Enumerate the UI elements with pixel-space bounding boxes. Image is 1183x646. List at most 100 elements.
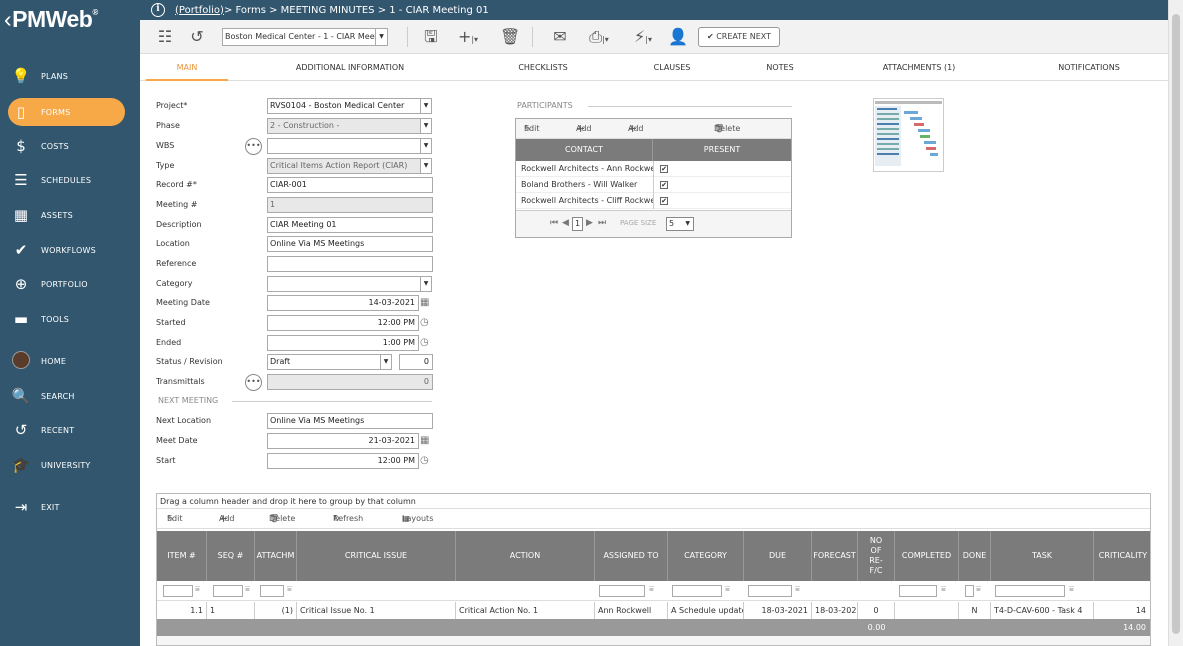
scrollbar-thumb[interactable]: [1172, 14, 1180, 634]
attachment-link[interactable]: (1): [255, 602, 297, 619]
transmittals-lookup-button[interactable]: •••: [245, 374, 262, 391]
column-header-completed[interactable]: COMPLETED: [895, 531, 959, 581]
sidebar-item-plans[interactable]: 💡 PLANS: [0, 62, 140, 90]
filter-icon[interactable]: ⩸: [976, 584, 981, 594]
sidebar-item-university[interactable]: 🎓 UNIVERSITY: [0, 451, 140, 479]
ended-field[interactable]: 1:00 PM: [267, 335, 419, 351]
meeting-date-field[interactable]: 14-03-2021: [267, 295, 419, 311]
location-field[interactable]: Online Via MS Meetings: [267, 236, 433, 252]
print-icon[interactable]: ⎙|▾: [584, 27, 614, 47]
column-header-present[interactable]: PRESENT: [653, 139, 791, 161]
chevron-down-icon[interactable]: ▼: [420, 138, 432, 154]
filter-input[interactable]: [599, 585, 645, 597]
filter-icon[interactable]: ⩸: [941, 584, 946, 594]
filter-input[interactable]: [260, 585, 284, 597]
last-page-icon[interactable]: ⏭: [598, 218, 606, 228]
sidebar-item-portfolio[interactable]: ⊕ PORTFOLIO: [0, 270, 140, 298]
column-header-done[interactable]: DONE: [959, 531, 991, 581]
column-header-seq[interactable]: SEQ #: [207, 531, 255, 581]
started-field[interactable]: 12:00 PM: [267, 315, 419, 331]
filter-input[interactable]: [163, 585, 193, 597]
filter-icon[interactable]: ⩸: [795, 584, 800, 594]
column-header-critical-issue[interactable]: CRITICAL ISSUE: [297, 531, 456, 581]
sidebar-item-recent[interactable]: ↺ RECENT: [0, 416, 140, 444]
save-icon[interactable]: 🖫: [422, 27, 440, 47]
list-item[interactable]: Rockwell Architects - Cliff Rockwell ✔: [516, 193, 791, 209]
sidebar-item-tools[interactable]: ▬ TOOLS: [0, 305, 140, 333]
next-location-field[interactable]: Online Via MS Meetings: [267, 413, 433, 429]
tab-clauses[interactable]: CLAUSES: [640, 55, 704, 81]
page-size-select[interactable]: 5 ▼: [666, 217, 694, 231]
present-checkbox[interactable]: ✔: [660, 197, 668, 205]
list-item[interactable]: Rockwell Architects - Ann Rockwell ✔: [516, 161, 791, 177]
calendar-icon[interactable]: ▦: [420, 433, 429, 449]
history-icon[interactable]: ↺: [188, 27, 206, 47]
filter-input[interactable]: [213, 585, 243, 597]
present-checkbox[interactable]: ✔: [660, 181, 668, 189]
phase-select[interactable]: 2 - Construction -: [267, 118, 421, 134]
column-header-task[interactable]: TASK: [991, 531, 1094, 581]
record-field[interactable]: CIAR-001: [267, 177, 433, 193]
chevron-down-icon[interactable]: ▼: [420, 98, 432, 114]
vertical-scrollbar[interactable]: [1168, 0, 1183, 646]
status-select[interactable]: Draft: [267, 354, 381, 370]
wbs-select[interactable]: [267, 138, 421, 154]
chevron-down-icon[interactable]: ▼: [420, 118, 432, 134]
sidebar-item-forms[interactable]: ▯ FORMS: [8, 98, 125, 126]
filter-input[interactable]: [899, 585, 937, 597]
start-field[interactable]: 12:00 PM: [267, 453, 419, 469]
info-icon[interactable]: i: [151, 3, 165, 17]
filter-icon[interactable]: ⩸: [1069, 584, 1074, 594]
sidebar-item-search[interactable]: 🔍 SEARCH: [0, 382, 140, 410]
tab-additional-information[interactable]: ADDITIONAL INFORMATION: [290, 55, 410, 81]
delete-icon[interactable]: 🗑: [500, 27, 520, 47]
tab-notes[interactable]: NOTES: [750, 55, 810, 81]
filter-icon[interactable]: ⩸: [195, 584, 200, 594]
wbs-lookup-button[interactable]: •••: [245, 138, 262, 155]
description-field[interactable]: CIAR Meeting 01: [267, 217, 433, 233]
present-checkbox[interactable]: ✔: [660, 165, 668, 173]
clock-icon[interactable]: ◷: [420, 335, 429, 351]
column-header-contact[interactable]: CONTACT: [516, 139, 653, 161]
first-page-icon[interactable]: ⏮: [550, 218, 558, 228]
type-select[interactable]: Critical Items Action Report (CIAR): [267, 158, 421, 174]
list-item[interactable]: Boland Brothers - Will Walker ✔: [516, 177, 791, 193]
filter-icon[interactable]: ⩸: [725, 584, 730, 594]
filter-icon[interactable]: ⩸: [287, 584, 292, 594]
tab-checklists[interactable]: CHECKLISTS: [508, 55, 578, 81]
filter-input[interactable]: [995, 585, 1065, 597]
record-select[interactable]: Boston Medical Center - 1 - CIAR Meeting…: [222, 28, 388, 46]
chevron-down-icon[interactable]: ▼: [420, 276, 432, 292]
user-icon[interactable]: 👤: [668, 27, 688, 47]
attachment-thumbnail[interactable]: [873, 98, 944, 172]
column-header-forecast[interactable]: FORECAST: [812, 531, 858, 581]
breadcrumb-portfolio-link[interactable]: (Portfolio): [175, 5, 224, 16]
sidebar-item-exit[interactable]: ⇥ EXIT: [0, 493, 140, 521]
column-header-attachments[interactable]: ATTACHM: [255, 531, 297, 581]
column-header-no-of-refc[interactable]: NO OF RE-F/C: [858, 531, 895, 581]
sidebar-item-assets[interactable]: ▦ ASSETS: [0, 201, 140, 229]
list-icon[interactable]: ☷: [156, 27, 174, 47]
sidebar-item-home[interactable]: HOME: [0, 347, 140, 375]
project-select[interactable]: RVS0104 - Boston Medical Center: [267, 98, 421, 114]
column-header-category[interactable]: CATEGORY: [668, 531, 744, 581]
page-number[interactable]: 1: [572, 217, 583, 231]
bolt-icon[interactable]: ⚡|▾: [630, 27, 656, 47]
prev-page-icon[interactable]: ◀: [562, 218, 569, 228]
reference-field[interactable]: [267, 256, 433, 272]
table-row[interactable]: 1.1 1 (1) Critical Issue No. 1 Critical …: [157, 602, 1150, 619]
column-header-criticality[interactable]: CRITICALITY: [1094, 531, 1150, 581]
column-header-due[interactable]: DUE: [744, 531, 812, 581]
column-header-assigned-to[interactable]: ASSIGNED TO: [595, 531, 668, 581]
add-icon[interactable]: +|▾: [456, 27, 480, 47]
next-page-icon[interactable]: ▶: [586, 218, 593, 228]
chevron-down-icon[interactable]: ▼: [380, 354, 392, 370]
filter-input[interactable]: [672, 585, 722, 597]
create-next-button[interactable]: ✔ CREATE NEXT: [698, 27, 780, 47]
column-header-item[interactable]: ITEM #: [157, 531, 207, 581]
filter-icon[interactable]: ⩸: [245, 584, 250, 594]
calendar-icon[interactable]: ▦: [420, 295, 429, 311]
category-select[interactable]: [267, 276, 421, 292]
mail-icon[interactable]: ✉: [550, 27, 570, 47]
tab-notifications[interactable]: NOTIFICATIONS: [1048, 55, 1130, 81]
